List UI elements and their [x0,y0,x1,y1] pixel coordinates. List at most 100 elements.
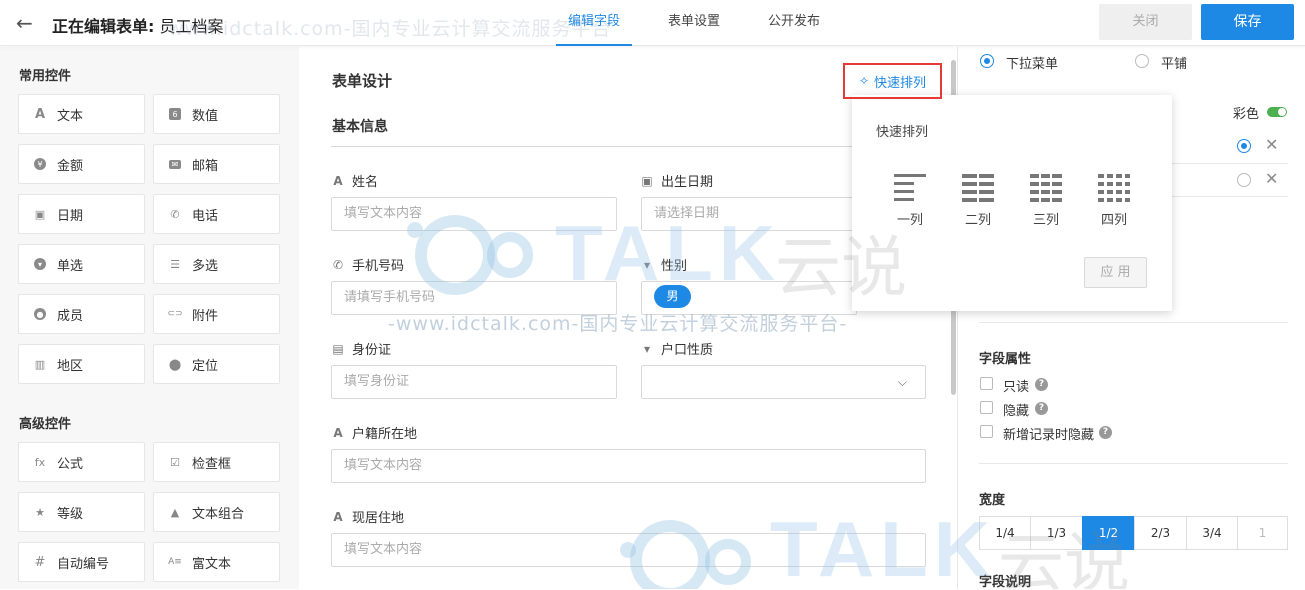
control-label: 多选 [192,258,219,274]
apply-button[interactable]: 应 用 [1084,257,1147,288]
control-location[interactable]: ⬤ 定位 [153,344,280,384]
checklist-icon: ☰ [170,257,180,271]
text-icon: A [333,173,343,188]
idcard-input[interactable]: 填写身份证 [331,365,617,399]
name-input[interactable]: 填写文本内容 [331,197,617,231]
field-label-residence: A 现居住地 [332,507,405,527]
color-toggle[interactable] [1267,107,1287,117]
tile-mode-radio[interactable] [1135,54,1149,68]
hidden-checkbox[interactable] [980,401,993,414]
field-label-name: A 姓名 [332,171,379,191]
field-label-text: 现居住地 [352,511,405,526]
control-rich-text[interactable]: A≡ 富文本 [153,542,280,582]
option-divider [1172,196,1288,197]
width-option-1-2[interactable]: 1/2 [1082,516,1135,550]
quick-arrange-button[interactable]: ✧ 快速排列 [843,63,942,99]
option-default-radio[interactable] [1237,173,1251,187]
user-icon: ● [33,307,47,321]
close-button[interactable]: 关闭 [1099,4,1192,40]
number-icon: 6 [168,107,182,121]
control-multi-select[interactable]: ☰ 多选 [153,244,280,284]
control-text[interactable]: A 文本 [18,94,145,134]
common-controls-title: 常用控件 [19,69,72,84]
group-title: 基本信息 [332,119,388,135]
birthdate-input[interactable]: 请选择日期 [641,197,857,231]
width-title: 宽度 [979,493,1006,508]
control-formula[interactable]: fx 公式 [18,442,145,482]
advanced-controls-title: 高级控件 [19,417,72,432]
control-email[interactable]: ✉ 邮箱 [153,144,280,184]
gender-option-tag[interactable]: 男 [654,285,691,308]
dropdown-mode-radio[interactable] [980,54,994,68]
readonly-checkbox[interactable] [980,377,993,390]
phone-icon: ✆ [170,207,180,221]
control-label: 附件 [192,308,219,324]
tab-form-settings[interactable]: 表单设置 [656,0,732,46]
origin-input[interactable]: 填写文本内容 [331,449,926,483]
layout-four-columns[interactable]: 四列 [1084,173,1144,228]
shapes-icon: ▲ [170,505,180,519]
option-default-radio[interactable] [1237,139,1251,153]
control-label: 文本组合 [192,506,245,522]
chevron-down-icon: ⌵ [897,375,907,389]
section-divider [979,322,1288,323]
title-prefix: 正在编辑表单: [52,17,155,36]
tab-publish[interactable]: 公开发布 [756,0,832,46]
layout-option-label: 三列 [1032,213,1059,228]
tab-edit-fields[interactable]: 编辑字段 [556,0,633,46]
control-region[interactable]: ▥ 地区 [18,344,145,384]
rich-text-icon: A≡ [168,557,182,567]
map-icon: ▥ [34,357,46,371]
layout-one-column[interactable]: 一列 [880,173,940,228]
field-label-text: 身份证 [352,343,392,358]
layout-three-columns[interactable]: 三列 [1016,173,1076,228]
field-label-origin: A 户籍所在地 [332,423,417,443]
control-text-combo[interactable]: ▲ 文本组合 [153,492,280,532]
page-title: 正在编辑表单: 员工档案 [52,13,224,37]
help-icon[interactable]: ? [1035,402,1048,415]
help-icon[interactable]: ? [1099,426,1112,439]
control-date[interactable]: ▣ 日期 [18,194,145,234]
arrow-left-icon[interactable]: ← [16,11,33,35]
control-label: 单选 [57,258,84,274]
control-phone[interactable]: ✆ 电话 [153,194,280,234]
save-button[interactable]: 保存 [1201,4,1294,40]
width-option-full[interactable]: 1 [1237,516,1288,550]
help-icon[interactable]: ? [1035,378,1048,391]
control-number[interactable]: 6 数值 [153,94,280,134]
width-option-1-4[interactable]: 1/4 [979,516,1031,550]
width-option-3-4[interactable]: 3/4 [1186,516,1238,550]
option-divider [1172,163,1288,164]
width-option-2-3[interactable]: 2/3 [1134,516,1187,550]
phone-input[interactable]: 请填写手机号码 [331,281,617,315]
control-checkbox[interactable]: ☑ 检查框 [153,442,280,482]
close-icon[interactable]: ✕ [1265,135,1278,154]
close-icon[interactable]: ✕ [1265,169,1278,188]
control-auto-number[interactable]: # 自动编号 [18,542,145,582]
field-label-birthdate: ▣ 出生日期 [641,171,713,191]
calendar-icon: ▣ [641,173,653,188]
layout-two-columns[interactable]: 二列 [948,173,1008,228]
two-columns-icon [962,174,994,202]
section-divider [979,463,1288,464]
control-member[interactable]: ● 成员 [18,294,145,334]
control-amount[interactable]: ¥ 金额 [18,144,145,184]
hide-on-create-checkbox[interactable] [980,425,993,438]
field-label-idcard: ▤ 身份证 [332,339,392,359]
readonly-label: 只读 [1003,380,1030,395]
control-label: 成员 [57,308,84,324]
residence-input[interactable]: 填写文本内容 [331,533,926,567]
location-pin-icon: ⬤ [168,357,182,371]
control-rating[interactable]: ★ 等级 [18,492,145,532]
control-label: 数值 [192,108,219,124]
layout-option-label: 四列 [1100,213,1127,228]
hukou-select[interactable]: ⌵ [641,365,926,399]
control-label: 邮箱 [192,158,219,174]
field-label-text: 姓名 [352,175,379,190]
control-label: 自动编号 [57,556,110,572]
control-single-select[interactable]: ▾ 单选 [18,244,145,284]
control-attachment[interactable]: ⊂⊃ 附件 [153,294,280,334]
width-option-1-3[interactable]: 1/3 [1030,516,1083,550]
text-icon: A [333,425,343,440]
form-design-title: 表单设计 [332,72,393,90]
